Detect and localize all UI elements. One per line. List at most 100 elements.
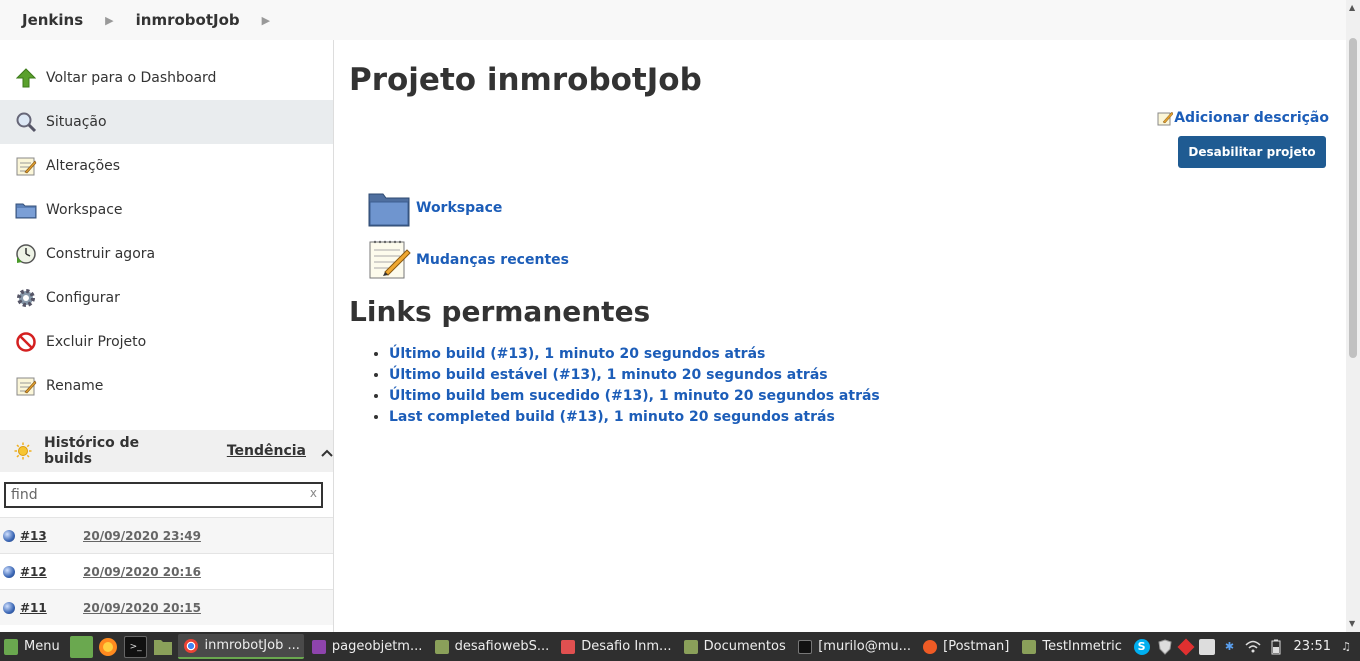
skype-icon[interactable]: S — [1133, 638, 1150, 655]
bluetooth-icon[interactable]: ✱ — [1222, 639, 1238, 655]
sun-icon — [14, 442, 32, 460]
sidebar-item-status[interactable]: Situação — [0, 100, 333, 144]
taskbar-window-documentos[interactable]: Documentos — [678, 634, 791, 659]
sidebar-item-label: Configurar — [46, 290, 120, 306]
find-input[interactable] — [6, 485, 296, 505]
disable-project-button[interactable]: Desabilitar projeto — [1178, 136, 1326, 168]
shield-icon[interactable] — [1157, 638, 1173, 655]
taskbar-window-jenkins[interactable]: inmrobotJob ... — [178, 634, 304, 659]
anydesk-icon[interactable] — [1177, 638, 1195, 655]
taskbar: Menu >_ inmrobotJob ... pageobjetm... de… — [0, 632, 1360, 661]
blue-ball-icon — [3, 601, 15, 614]
menu-label: Menu — [24, 639, 60, 654]
files-icon[interactable] — [151, 636, 174, 658]
taskbar-window-folder-desafio[interactable]: desafiowebS... — [429, 634, 554, 659]
notepad-icon — [14, 374, 38, 398]
taskbar-window-label: inmrobotJob ... — [204, 638, 300, 653]
workspace-link[interactable]: Workspace — [367, 186, 502, 230]
build-number-link[interactable]: #13 — [20, 529, 83, 543]
main-panel: Projeto inmrobotJob Adicionar descrição … — [349, 40, 1339, 632]
build-list: #13 20/09/2020 23:49 #12 20/09/2020 20:1… — [0, 517, 333, 625]
permalink-last-completed-build[interactable]: Last completed build (#13), 1 minuto 20 … — [389, 409, 835, 425]
firefox-icon[interactable] — [97, 636, 120, 658]
sidebar-item-configure[interactable]: Configurar — [0, 276, 333, 320]
build-date-link[interactable]: 20/09/2020 23:49 — [83, 529, 201, 543]
notes-icon[interactable] — [1198, 638, 1215, 655]
sidebar-item-label: Construir agora — [46, 246, 156, 262]
sidebar-item-label: Voltar para o Dashboard — [46, 70, 217, 86]
terminal-icon[interactable]: >_ — [124, 635, 148, 658]
chrome-icon — [184, 638, 199, 653]
folder-icon — [434, 639, 449, 654]
breadcrumb-separator-icon[interactable]: ▶ — [105, 14, 113, 27]
folder-icon — [683, 639, 698, 654]
sidebar-item-workspace[interactable]: Workspace — [0, 188, 333, 232]
page-title: Projeto inmrobotJob — [349, 62, 702, 98]
scroll-up-icon[interactable]: ▲ — [1349, 3, 1355, 12]
taskbar-window-label: [Postman] — [943, 639, 1010, 654]
edit-icon — [1157, 110, 1174, 126]
folder-icon — [14, 198, 38, 222]
permalinks-title: Links permanentes — [349, 295, 651, 328]
taskbar-window-terminal[interactable]: [murilo@mu... — [792, 634, 915, 659]
permalink-last-successful-build[interactable]: Último build bem sucedido (#13), 1 minut… — [389, 388, 880, 404]
clock[interactable]: 23:51 — [1294, 639, 1331, 654]
search-icon — [14, 110, 38, 134]
battery-icon[interactable] — [1268, 639, 1284, 655]
taskbar-window-label: Desafio Inm... — [581, 639, 672, 654]
postman-icon — [923, 639, 938, 654]
start-menu-button[interactable]: Menu — [0, 632, 68, 661]
vertical-scrollbar[interactable]: ▲ ▼ — [1346, 0, 1360, 632]
build-row: #12 20/09/2020 20:16 — [0, 553, 333, 589]
folder-icon — [367, 186, 411, 230]
taskbar-window-desafio-inm[interactable]: Desafio Inm... — [555, 634, 675, 659]
clear-icon[interactable]: x — [310, 486, 317, 500]
build-date-link[interactable]: 20/09/2020 20:15 — [83, 601, 201, 615]
show-desktop-icon[interactable] — [69, 635, 93, 658]
blue-ball-icon — [3, 529, 15, 542]
breadcrumb-job[interactable]: inmrobotJob — [136, 11, 240, 29]
find-field: x — [4, 482, 323, 508]
sidebar-item-label: Rename — [46, 378, 104, 394]
sidebar-item-delete-project[interactable]: Excluir Projeto — [0, 320, 333, 364]
scroll-down-icon[interactable]: ▼ — [1349, 619, 1355, 628]
breadcrumb-jenkins[interactable]: Jenkins — [22, 11, 83, 29]
sidebar-item-changes[interactable]: Alterações — [0, 144, 333, 188]
add-description-link[interactable]: Adicionar descrição — [1157, 110, 1329, 126]
taskbar-window-label: desafiowebS... — [454, 639, 550, 654]
taskbar-window-pycharm[interactable]: pageobjetm... — [306, 634, 427, 659]
sidebar-item-label: Situação — [46, 114, 107, 130]
build-number-link[interactable]: #11 — [20, 601, 83, 615]
list-item: Last completed build (#13), 1 minuto 20 … — [389, 407, 880, 428]
music-note-icon[interactable]: ♫ — [1338, 639, 1354, 655]
folder-icon — [1022, 639, 1037, 654]
breadcrumb-separator-icon[interactable]: ▶ — [262, 14, 270, 27]
sidebar-item-label: Alterações — [46, 158, 121, 174]
build-history-title: Histórico de builds — [44, 435, 140, 467]
recent-changes-link[interactable]: Mudanças recentes — [367, 238, 569, 282]
mint-logo-icon — [4, 638, 18, 655]
permalink-last-build[interactable]: Último build (#13), 1 minuto 20 segundos… — [389, 346, 765, 362]
permalinks-list: Último build (#13), 1 minuto 20 segundos… — [389, 344, 880, 428]
document-icon — [561, 639, 576, 654]
sidebar-item-dashboard[interactable]: Voltar para o Dashboard — [0, 56, 333, 100]
taskbar-window-label: TestInmetric — [1042, 639, 1122, 654]
network-icon[interactable] — [1245, 639, 1261, 655]
build-date-link[interactable]: 20/09/2020 20:16 — [83, 565, 201, 579]
taskbar-window-testinmetric[interactable]: TestInmetric — [1016, 634, 1126, 659]
breadcrumb: Jenkins ▶ inmrobotJob ▶ — [0, 0, 1346, 40]
sidebar-item-rename[interactable]: Rename — [0, 364, 333, 408]
workspace-link-label: Workspace — [416, 200, 503, 216]
chevron-up-icon[interactable] — [320, 446, 333, 457]
taskbar-window-label: pageobjetm... — [331, 639, 423, 654]
taskbar-window-postman[interactable]: [Postman] — [917, 634, 1014, 659]
build-number-link[interactable]: #12 — [20, 565, 83, 579]
trend-link[interactable]: Tendência — [227, 443, 306, 459]
up-arrow-icon — [14, 66, 38, 90]
add-description-label: Adicionar descrição — [1174, 110, 1329, 126]
taskbar-window-label: [murilo@mu... — [818, 639, 912, 654]
clock-icon — [14, 242, 38, 266]
permalink-last-stable-build[interactable]: Último build estável (#13), 1 minuto 20 … — [389, 367, 828, 383]
sidebar-item-build-now[interactable]: Construir agora — [0, 232, 333, 276]
scrollbar-thumb[interactable] — [1349, 38, 1357, 358]
